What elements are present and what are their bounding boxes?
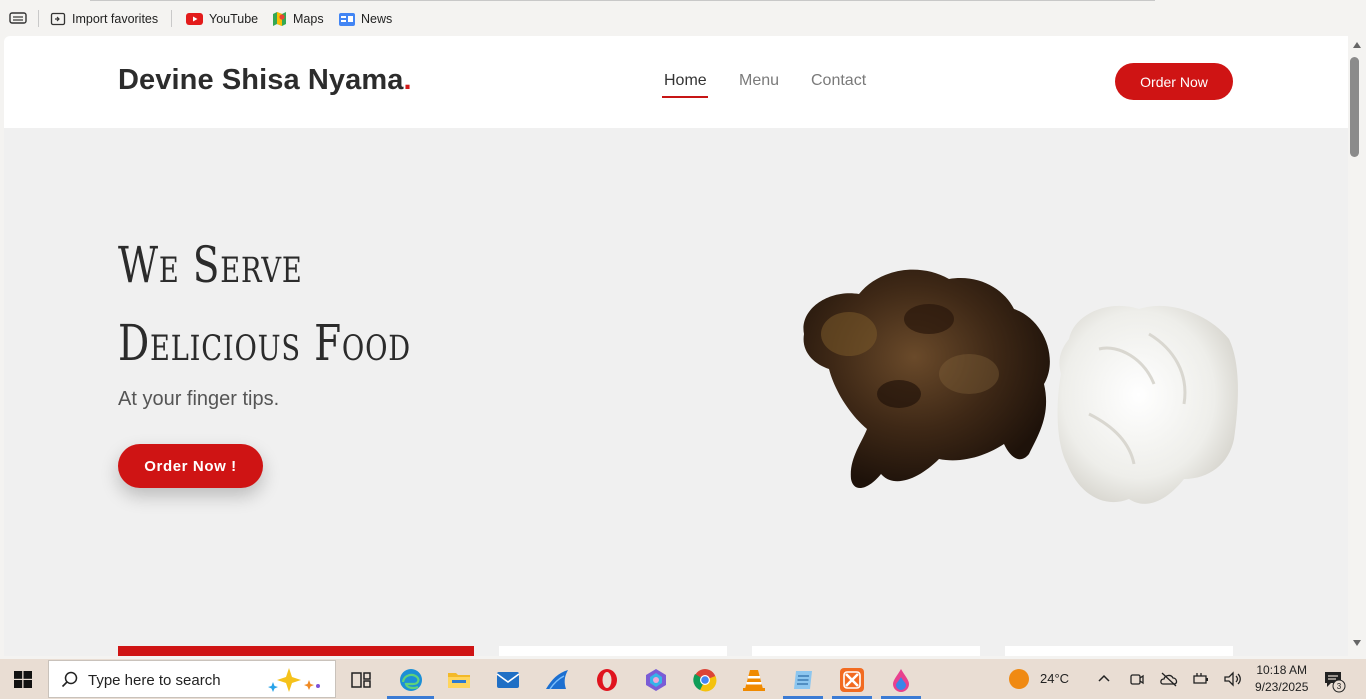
feature-card-2	[499, 646, 727, 656]
import-favorites-icon	[50, 12, 66, 26]
hero-subtitle: At your finger tips.	[118, 388, 280, 410]
windows-start-icon[interactable]	[14, 671, 32, 688]
order-now-button[interactable]: Order Now	[1115, 63, 1233, 100]
scroll-down-icon[interactable]	[1353, 640, 1361, 646]
file-explorer-icon[interactable]	[446, 667, 472, 693]
windows-taskbar: Type here to search 24°C 10:18 AM 9/23/2…	[0, 659, 1366, 699]
feature-card-3	[752, 646, 980, 656]
hero-title-line-1: We Serve	[118, 236, 303, 294]
favorites-toggle-icon[interactable]	[9, 11, 27, 25]
taskbar-clock[interactable]: 10:18 AM 9/23/2025	[1255, 662, 1308, 696]
hero-title-line-2: Delicious Food	[118, 314, 411, 372]
feature-card-1	[118, 646, 474, 656]
page-viewport: Devine Shisa Nyama. Home Menu Contact Or…	[4, 36, 1348, 656]
news-icon	[339, 12, 355, 26]
nav-home[interactable]: Home	[664, 72, 707, 90]
favorite-import[interactable]: Import favorites	[50, 9, 158, 29]
hero-order-button[interactable]: Order Now !	[118, 444, 263, 488]
taskbar-search-box[interactable]: Type here to search	[48, 660, 336, 698]
brand-name: Devine Shisa Nyama	[118, 64, 404, 96]
favorites-separator	[171, 10, 172, 27]
mail-icon[interactable]	[495, 667, 521, 693]
paint-drop-icon[interactable]	[888, 667, 914, 693]
food-image	[803, 269, 1238, 504]
weather-sun-icon[interactable]	[1008, 668, 1030, 690]
favorite-youtube[interactable]: YouTube	[186, 9, 258, 29]
site-header: Devine Shisa Nyama. Home Menu Contact Or…	[4, 36, 1348, 128]
volume-icon[interactable]	[1223, 670, 1243, 688]
tab-strip-edge	[90, 0, 1155, 1]
favorite-youtube-label: YouTube	[209, 12, 259, 26]
favorites-bar: Import favorites YouTube Maps News	[0, 0, 1366, 36]
notification-count: 3	[1337, 682, 1342, 691]
task-view-icon[interactable]	[348, 667, 374, 693]
notepad-icon[interactable]	[790, 667, 816, 693]
favorite-news[interactable]: News	[339, 9, 392, 29]
xampp-icon[interactable]	[839, 667, 865, 693]
copilot-icon[interactable]	[643, 667, 669, 693]
onedrive-offline-icon[interactable]	[1159, 670, 1179, 688]
app-shark-icon[interactable]	[544, 667, 570, 693]
clock-time: 10:18 AM	[1256, 663, 1308, 677]
brand-dot: .	[403, 64, 412, 96]
search-highlight-icon	[268, 668, 320, 692]
nav-contact[interactable]: Contact	[811, 72, 866, 90]
favorite-import-label: Import favorites	[72, 12, 159, 26]
nav-menu[interactable]: Menu	[739, 72, 779, 90]
search-icon	[61, 671, 78, 688]
chrome-icon[interactable]	[692, 667, 718, 693]
opera-icon[interactable]	[594, 667, 620, 693]
favorite-maps-label: Maps	[293, 12, 324, 26]
chevron-up-icon[interactable]	[1096, 671, 1112, 687]
battery-plug-icon[interactable]	[1192, 670, 1210, 688]
meet-now-icon[interactable]	[1128, 670, 1146, 688]
scrollbar-thumb[interactable]	[1350, 57, 1359, 157]
maps-icon	[273, 12, 286, 26]
edge-icon[interactable]	[398, 667, 424, 693]
nav-active-underline	[662, 96, 708, 98]
vlc-icon[interactable]	[741, 667, 767, 693]
youtube-icon	[186, 13, 203, 25]
scroll-up-icon[interactable]	[1353, 42, 1361, 48]
search-placeholder: Type here to search	[88, 672, 221, 689]
feature-card-4	[1005, 646, 1233, 656]
brand-logo[interactable]: Devine Shisa Nyama.	[118, 64, 412, 97]
weather-temperature[interactable]: 24°C	[1040, 671, 1069, 686]
notifications-icon[interactable]: 3	[1323, 669, 1347, 693]
hero-title: We Serve Delicious Food	[118, 226, 411, 382]
favorite-maps[interactable]: Maps	[272, 9, 324, 29]
favorites-separator	[38, 10, 39, 27]
page-scrollbar[interactable]	[1348, 36, 1366, 656]
clock-date: 9/23/2025	[1255, 680, 1309, 694]
favorite-news-label: News	[361, 12, 393, 26]
